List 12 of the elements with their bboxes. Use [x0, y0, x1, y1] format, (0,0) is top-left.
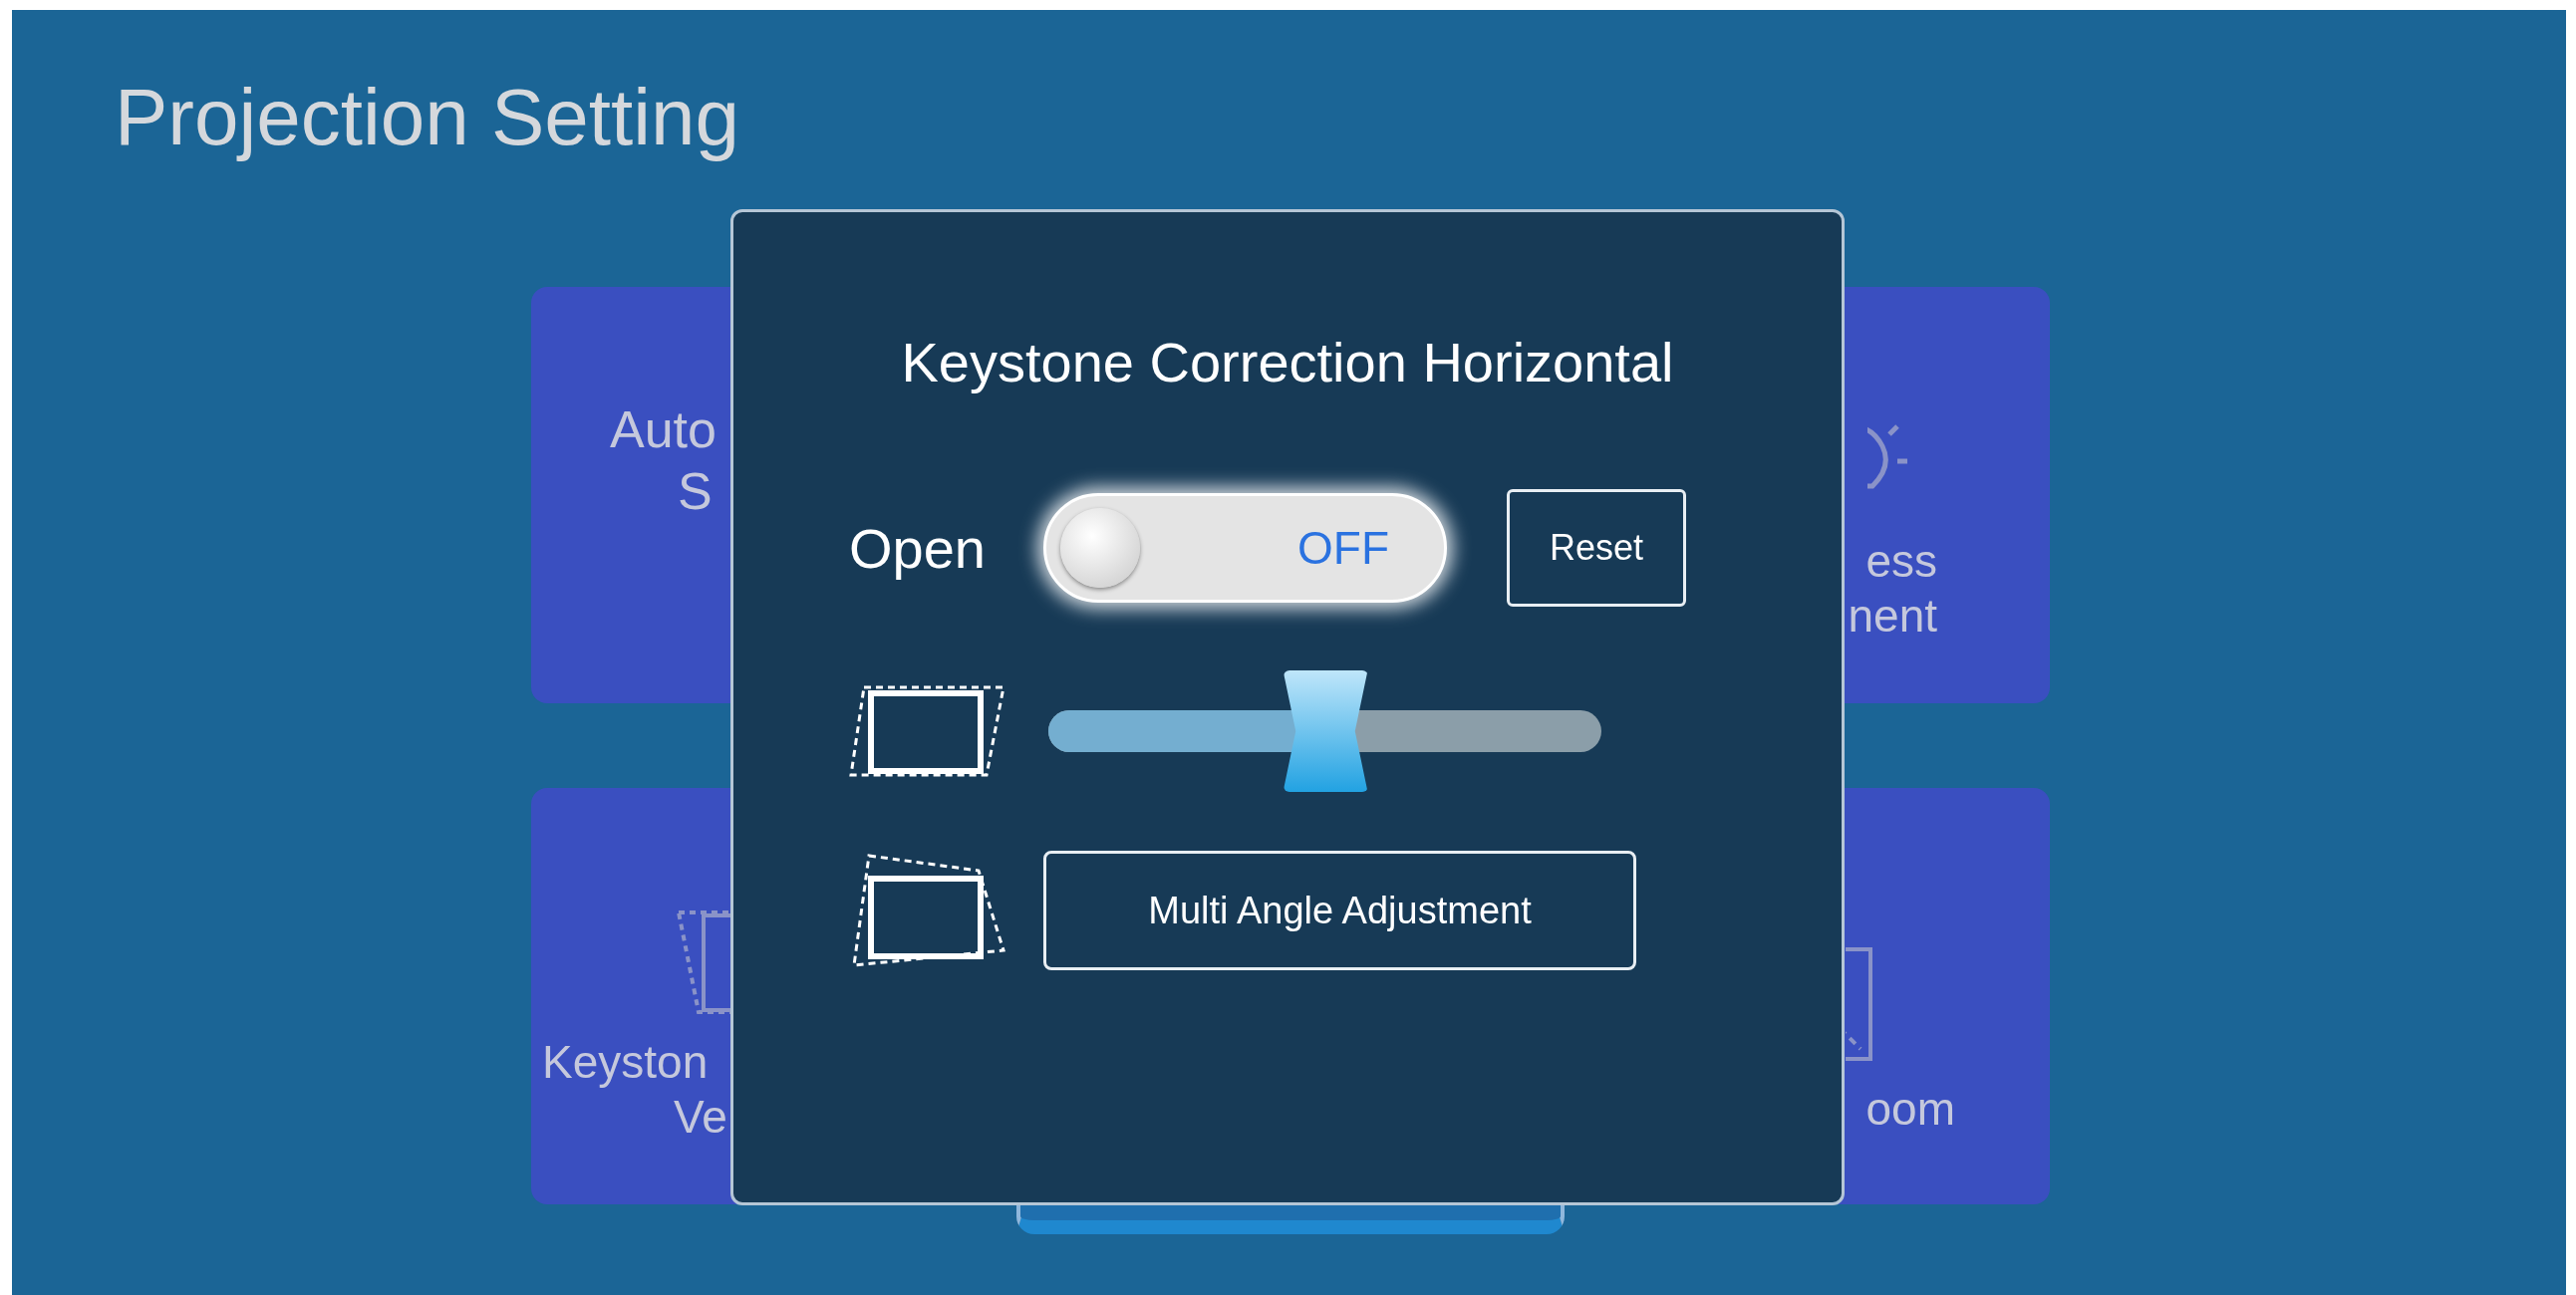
tile-label: Keyston — [542, 1034, 709, 1090]
tile-label: nent — [1848, 589, 1937, 644]
toggle-switch[interactable]: OFF — [1043, 493, 1447, 603]
multi-angle-button[interactable]: Multi Angle Adjustment — [1043, 851, 1636, 970]
tile-label: S — [678, 461, 713, 522]
reset-button[interactable]: Reset — [1507, 489, 1686, 607]
tile-label: Ve — [674, 1090, 727, 1145]
dialog-title: Keystone Correction Horizontal — [901, 330, 1674, 394]
tile-label: oom — [1865, 1082, 1955, 1138]
tile-label: ess — [1865, 533, 1937, 589]
tile-label: Auto — [610, 398, 716, 460]
open-label: Open — [849, 515, 987, 581]
